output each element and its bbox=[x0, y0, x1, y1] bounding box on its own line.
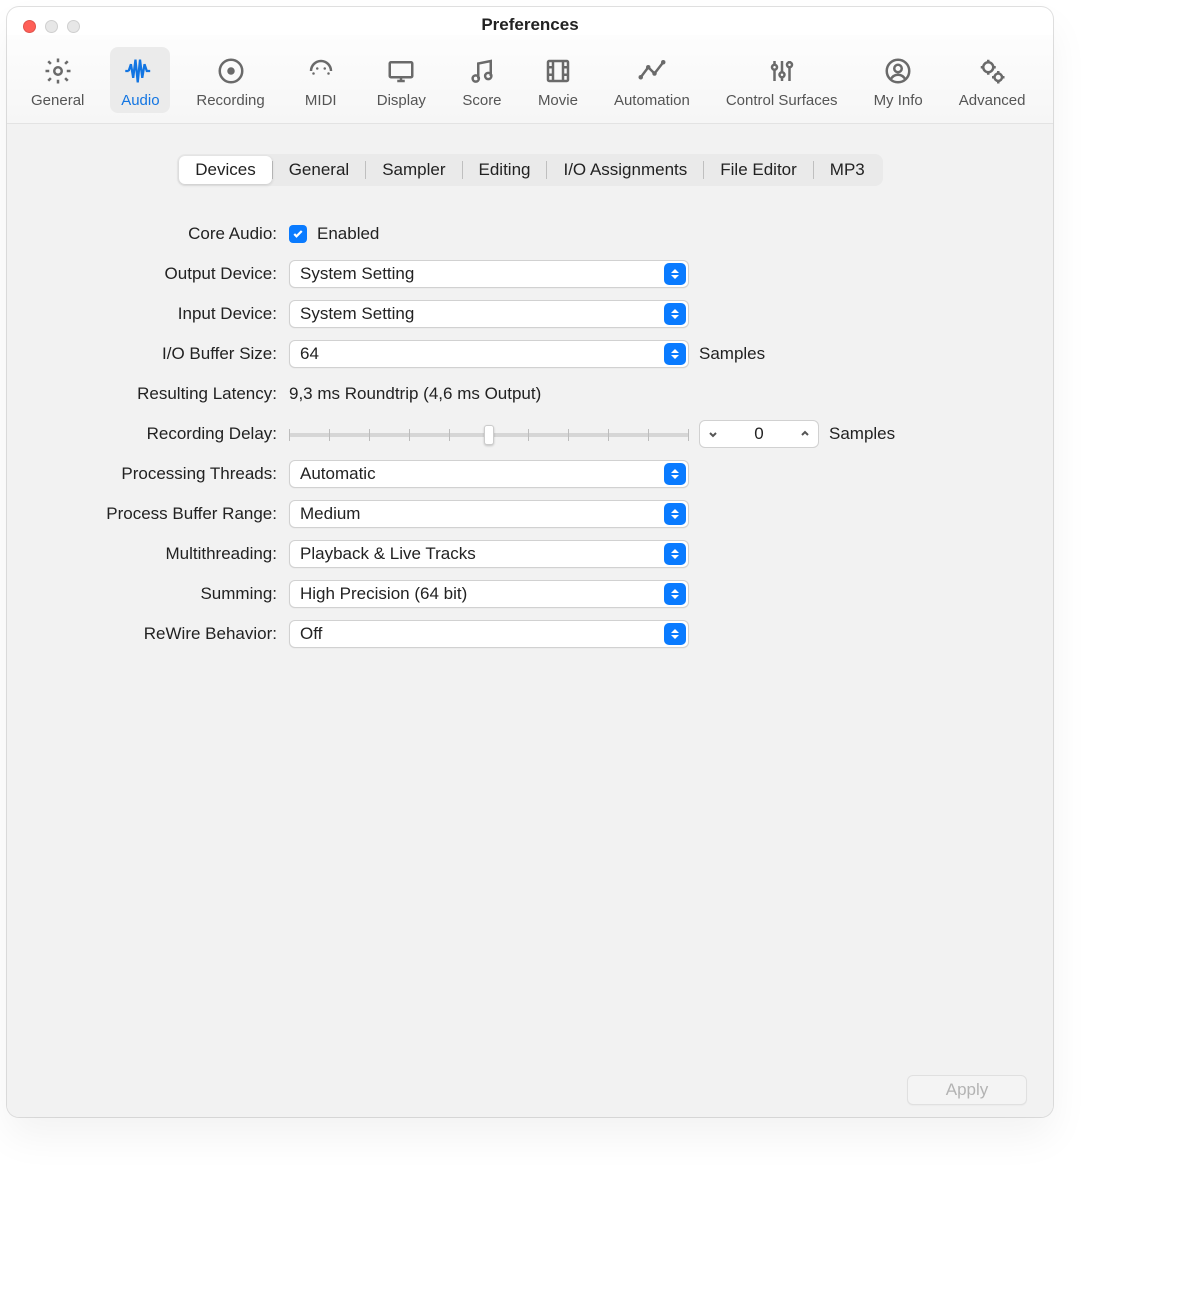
gears-icon bbox=[974, 53, 1010, 89]
chevron-updown-icon bbox=[664, 543, 686, 565]
summing-select[interactable]: High Precision (64 bit) bbox=[289, 580, 689, 608]
rewire-select[interactable]: Off bbox=[289, 620, 689, 648]
processing-threads-select[interactable]: Automatic bbox=[289, 460, 689, 488]
recording-delay-unit: Samples bbox=[829, 424, 895, 444]
rewire-label: ReWire Behavior: bbox=[59, 624, 289, 644]
toolbar-label: My Info bbox=[874, 92, 923, 109]
window-title: Preferences bbox=[7, 15, 1053, 35]
stepper-down-button[interactable] bbox=[700, 421, 726, 447]
output-device-select[interactable]: System Setting bbox=[289, 260, 689, 288]
buffer-range-value: Medium bbox=[300, 504, 360, 524]
io-buffer-unit: Samples bbox=[699, 344, 765, 364]
toolbar-label: Recording bbox=[196, 92, 264, 109]
chevron-updown-icon bbox=[664, 303, 686, 325]
toolbar-label: Automation bbox=[614, 92, 690, 109]
latency-label: Resulting Latency: bbox=[59, 384, 289, 404]
recording-delay-label: Recording Delay: bbox=[59, 424, 289, 444]
rewire-value: Off bbox=[300, 624, 322, 644]
tab-file-editor[interactable]: File Editor bbox=[704, 156, 813, 184]
recording-delay-slider[interactable] bbox=[289, 423, 689, 445]
stepper-up-button[interactable] bbox=[792, 421, 818, 447]
preferences-window: Preferences General Audio Recording MIDI bbox=[7, 7, 1053, 1117]
multithreading-select[interactable]: Playback & Live Tracks bbox=[289, 540, 689, 568]
toolbar-label: Score bbox=[462, 92, 501, 109]
tab-editing[interactable]: Editing bbox=[463, 156, 547, 184]
midi-icon bbox=[303, 53, 339, 89]
person-icon bbox=[880, 53, 916, 89]
toolbar-label: Audio bbox=[121, 92, 159, 109]
toolbar-control-surfaces[interactable]: Control Surfaces bbox=[716, 47, 848, 113]
input-device-label: Input Device: bbox=[59, 304, 289, 324]
latency-value: 9,3 ms Roundtrip (4,6 ms Output) bbox=[289, 384, 541, 404]
toolbar-score[interactable]: Score bbox=[452, 47, 512, 113]
toolbar-advanced[interactable]: Advanced bbox=[949, 47, 1036, 113]
chevron-updown-icon bbox=[664, 343, 686, 365]
multithreading-value: Playback & Live Tracks bbox=[300, 544, 476, 564]
input-device-select[interactable]: System Setting bbox=[289, 300, 689, 328]
io-buffer-value: 64 bbox=[300, 344, 319, 364]
devices-form: Core Audio: Enabled Output Device: Syste… bbox=[29, 214, 1031, 654]
apply-label: Apply bbox=[946, 1080, 989, 1100]
core-audio-checkbox[interactable] bbox=[289, 225, 307, 243]
titlebar: Preferences bbox=[7, 7, 1053, 35]
gear-icon bbox=[40, 53, 76, 89]
core-audio-label: Core Audio: bbox=[59, 224, 289, 244]
waveform-icon bbox=[122, 53, 158, 89]
film-icon bbox=[540, 53, 576, 89]
audio-subtabs: Devices General Sampler Editing I/O Assi… bbox=[29, 154, 1031, 186]
preferences-toolbar: General Audio Recording MIDI Display bbox=[7, 35, 1053, 124]
buffer-range-label: Process Buffer Range: bbox=[59, 504, 289, 524]
input-device-value: System Setting bbox=[300, 304, 414, 324]
output-device-label: Output Device: bbox=[59, 264, 289, 284]
multithreading-label: Multithreading: bbox=[59, 544, 289, 564]
chevron-updown-icon bbox=[664, 583, 686, 605]
toolbar-my-info[interactable]: My Info bbox=[864, 47, 933, 113]
tab-sampler[interactable]: Sampler bbox=[366, 156, 461, 184]
toolbar-movie[interactable]: Movie bbox=[528, 47, 588, 113]
toolbar-midi[interactable]: MIDI bbox=[291, 47, 351, 113]
apply-button[interactable]: Apply bbox=[907, 1075, 1027, 1105]
io-buffer-select[interactable]: 64 bbox=[289, 340, 689, 368]
sliders-icon bbox=[764, 53, 800, 89]
toolbar-label: Control Surfaces bbox=[726, 92, 838, 109]
toolbar-recording[interactable]: Recording bbox=[186, 47, 274, 113]
processing-threads-label: Processing Threads: bbox=[59, 464, 289, 484]
core-audio-enabled-text: Enabled bbox=[317, 224, 379, 244]
buffer-range-select[interactable]: Medium bbox=[289, 500, 689, 528]
record-icon bbox=[213, 53, 249, 89]
music-note-icon bbox=[464, 53, 500, 89]
output-device-value: System Setting bbox=[300, 264, 414, 284]
tab-devices[interactable]: Devices bbox=[179, 156, 271, 184]
summing-value: High Precision (64 bit) bbox=[300, 584, 467, 604]
display-icon bbox=[383, 53, 419, 89]
toolbar-label: Advanced bbox=[959, 92, 1026, 109]
tab-general[interactable]: General bbox=[273, 156, 365, 184]
chevron-updown-icon bbox=[664, 463, 686, 485]
toolbar-label: Display bbox=[377, 92, 426, 109]
toolbar-label: MIDI bbox=[305, 92, 337, 109]
content-area: Devices General Sampler Editing I/O Assi… bbox=[7, 124, 1053, 1117]
chevron-updown-icon bbox=[664, 503, 686, 525]
toolbar-general[interactable]: General bbox=[21, 47, 94, 113]
automation-icon bbox=[634, 53, 670, 89]
toolbar-label: Movie bbox=[538, 92, 578, 109]
toolbar-display[interactable]: Display bbox=[367, 47, 436, 113]
toolbar-automation[interactable]: Automation bbox=[604, 47, 700, 113]
chevron-updown-icon bbox=[664, 623, 686, 645]
recording-delay-value: 0 bbox=[726, 424, 792, 444]
summing-label: Summing: bbox=[59, 584, 289, 604]
chevron-updown-icon bbox=[664, 263, 686, 285]
tab-io-assignments[interactable]: I/O Assignments bbox=[547, 156, 703, 184]
tab-mp3[interactable]: MP3 bbox=[814, 156, 881, 184]
toolbar-audio[interactable]: Audio bbox=[110, 47, 170, 113]
processing-threads-value: Automatic bbox=[300, 464, 376, 484]
io-buffer-label: I/O Buffer Size: bbox=[59, 344, 289, 364]
recording-delay-stepper[interactable]: 0 bbox=[699, 420, 819, 448]
toolbar-label: General bbox=[31, 92, 84, 109]
